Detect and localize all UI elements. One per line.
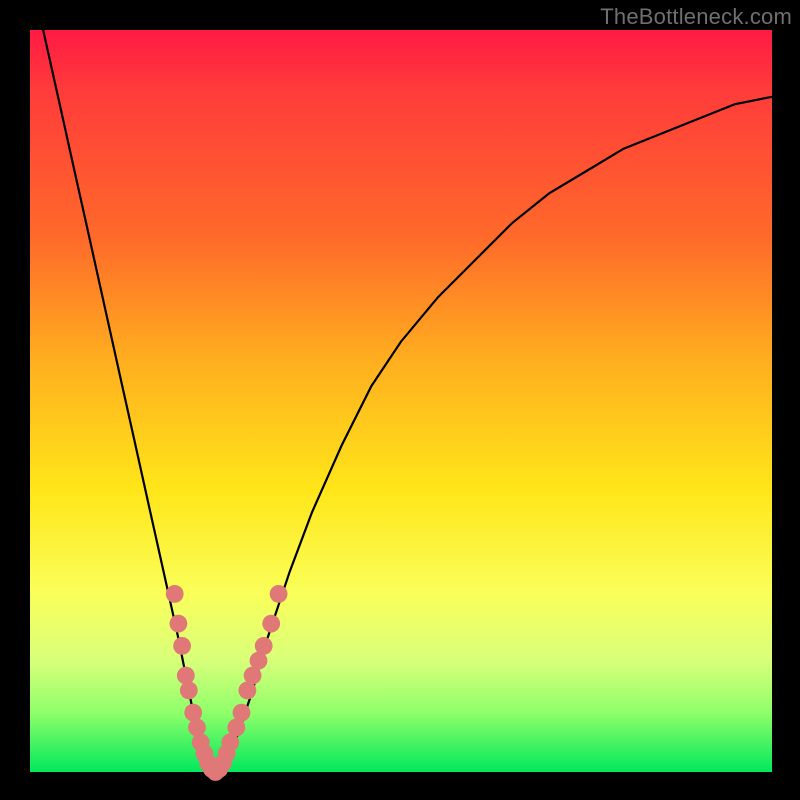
plot-area <box>30 30 772 772</box>
data-point <box>170 615 188 633</box>
data-point <box>262 615 280 633</box>
data-point <box>270 585 288 603</box>
data-point <box>255 637 273 655</box>
data-point <box>233 704 251 722</box>
data-point-markers <box>166 585 288 781</box>
data-point <box>177 667 195 685</box>
data-point <box>180 682 198 700</box>
data-point <box>166 585 184 603</box>
watermark-text: TheBottleneck.com <box>600 4 792 30</box>
data-point <box>173 637 191 655</box>
data-point <box>188 719 206 737</box>
data-point <box>184 704 202 722</box>
chart-svg <box>30 30 772 772</box>
bottleneck-curve <box>30 0 772 772</box>
chart-frame: TheBottleneck.com <box>0 0 800 800</box>
